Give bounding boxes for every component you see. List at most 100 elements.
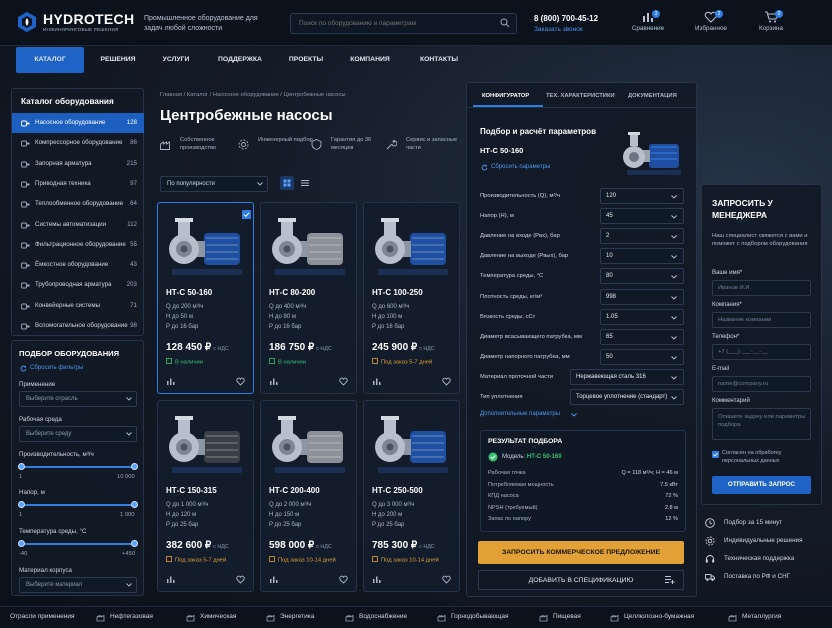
nav-contacts[interactable]: КОНТАКТЫ	[408, 47, 470, 73]
breadcrumb[interactable]: Главная / Каталог / Насосное оборудовани…	[160, 92, 346, 98]
compare-button[interactable]: 3 Сравнение	[618, 10, 678, 47]
material-select[interactable]: Выберите материал	[19, 577, 137, 593]
temp-slider-track[interactable]	[21, 543, 135, 545]
heart-icon[interactable]	[339, 377, 348, 386]
product-name[interactable]: НТ-С 200-400	[269, 486, 320, 495]
temp-slider-min[interactable]	[18, 540, 25, 547]
flow-slider-max[interactable]	[131, 463, 138, 470]
application-select[interactable]: Выберите отрасль	[19, 391, 137, 407]
head-slider-max[interactable]	[131, 501, 138, 508]
catalog-item[interactable]: Запорная арматура 215	[12, 154, 144, 174]
industry-link[interactable]: Водоснабжение	[359, 613, 407, 620]
search-icon[interactable]	[500, 18, 510, 28]
comment-textarea[interactable]: Опишите задачу или параметры подбора	[712, 408, 811, 440]
heart-icon[interactable]	[236, 377, 245, 386]
favorites-button[interactable]: 2 Избранное	[681, 10, 741, 47]
reset-params-link[interactable]: Сбросить параметры	[491, 164, 550, 170]
product-card[interactable]: НТ-С 80-200 Q до 400 м³/ч Н до 80 м P до 16…	[260, 202, 357, 394]
catalog-item[interactable]: Компрессорное оборудование 86	[12, 133, 144, 153]
list-view-button[interactable]	[298, 176, 312, 190]
industry-link[interactable]: Горнодобывающая	[451, 613, 509, 620]
heart-icon[interactable]	[236, 575, 245, 584]
more-params-link[interactable]: Дополнительные параметры	[480, 411, 560, 417]
param-value-select[interactable]: Нержавеющая сталь 316	[570, 368, 684, 385]
nav-company[interactable]: КОМПАНИЯ	[338, 47, 402, 73]
send-request-button[interactable]: ОТПРАВИТЬ ЗАПРОС	[712, 476, 811, 494]
logo-icon[interactable]	[16, 11, 38, 33]
company-input[interactable]: Название компании	[712, 312, 811, 328]
param-value-select[interactable]: 998	[600, 288, 684, 305]
product-card[interactable]: НТ-С 200-400 Q до 2 000 м³/ч Н до 150 м P д…	[260, 400, 357, 592]
head-slider-min[interactable]	[18, 501, 25, 508]
compare-icon[interactable]	[372, 575, 381, 584]
param-value-select[interactable]: 80	[600, 268, 684, 285]
catalog-item[interactable]: Насосное оборудование 128	[12, 113, 144, 134]
product-name[interactable]: НТ-С 150-315	[166, 486, 217, 495]
catalog-item[interactable]: Фильтрационное оборудование 55	[12, 235, 144, 255]
product-name[interactable]: НТ-С 80-200	[269, 288, 315, 297]
medium-select[interactable]: Выберите среду	[19, 426, 137, 442]
product-name[interactable]: НТ-С 50-160	[166, 288, 212, 297]
param-value-select[interactable]: 65	[600, 328, 684, 345]
param-value-select[interactable]: 45	[600, 208, 684, 225]
param-value-select[interactable]: 120	[600, 188, 684, 204]
industry-link[interactable]: Пищевая	[553, 613, 581, 620]
compare-icon[interactable]	[166, 377, 175, 386]
head-slider-track[interactable]	[21, 504, 135, 506]
nav-projects[interactable]: ПРОЕКТЫ	[278, 47, 334, 73]
compare-icon[interactable]	[166, 575, 175, 584]
cart-button[interactable]: 0 Корзина	[741, 10, 801, 47]
grid-view-button[interactable]	[280, 176, 294, 190]
callback-link[interactable]: Заказать звонок	[534, 26, 583, 33]
product-name[interactable]: НТ-С 250-500	[372, 486, 423, 495]
phone-number[interactable]: 8 (800) 700-45-12	[534, 14, 598, 23]
catalog-item[interactable]: Конвейерные системы 71	[12, 296, 144, 316]
product-name[interactable]: НТ-С 100-250	[372, 288, 423, 297]
sort-select[interactable]: По популярности	[160, 176, 268, 192]
selected-checkbox[interactable]	[242, 210, 251, 219]
param-value-select[interactable]: 50	[600, 348, 684, 365]
industry-link[interactable]: Целлюлозно-бумажная	[624, 613, 694, 620]
tab-docs[interactable]: ДОКУМЕНТАЦИЯ	[628, 93, 677, 99]
catalog-item[interactable]: Трубопроводная арматура 203	[12, 275, 144, 295]
heart-icon[interactable]	[442, 377, 451, 386]
email-input[interactable]: name@company.ru	[712, 376, 811, 392]
nav-support[interactable]: ПОДДЕРЖКА	[206, 47, 274, 73]
phone-input[interactable]: +7 (___) ___-__-__	[712, 344, 811, 360]
nav-solutions[interactable]: РЕШЕНИЯ	[88, 47, 148, 73]
flow-slider-track[interactable]	[21, 466, 135, 468]
tab-configurator[interactable]: КОНФИГУРАТОР	[482, 93, 529, 99]
compare-icon[interactable]	[269, 377, 278, 386]
compare-icon[interactable]	[372, 377, 381, 386]
param-value-select[interactable]: 10	[600, 248, 684, 265]
product-card[interactable]: НТ-С 50-160 Q до 200 м³/ч Н до 50 м P до 16…	[157, 202, 254, 394]
catalog-item[interactable]: Теплообменное оборудование 64	[12, 194, 144, 214]
request-offer-button[interactable]: ЗАПРОСИТЬ КОММЕРЧЕСКОЕ ПРЕДЛОЖЕНИЕ	[478, 541, 684, 564]
industry-link[interactable]: Нефтегазовая	[110, 613, 153, 620]
param-value-select[interactable]: Торцевое уплотнение (стандарт)	[570, 389, 684, 405]
industry-link[interactable]: Химическая	[200, 613, 236, 620]
heart-icon[interactable]	[339, 575, 348, 584]
product-card[interactable]: НТ-С 150-315 Q до 1 000 м³/ч Н до 120 м P д…	[157, 400, 254, 592]
consent-checkbox[interactable]	[712, 451, 719, 458]
catalog-item[interactable]: Ёмкостное оборудование 43	[12, 255, 144, 275]
catalog-item[interactable]: Вспомогательное оборудование 98	[12, 316, 144, 336]
name-input[interactable]: Иванов И.И.	[712, 280, 811, 296]
add-to-spec-button[interactable]: ДОБАВИТЬ В СПЕЦИФИКАЦИЮ	[478, 570, 684, 590]
param-value-select[interactable]: 1.05	[600, 308, 684, 325]
product-card[interactable]: НТ-С 100-250 Q до 600 м³/ч Н до 100 м P до …	[363, 202, 460, 394]
industry-link[interactable]: Энергетика	[280, 613, 314, 620]
industry-link[interactable]: Металлургия	[742, 613, 781, 620]
tab-specs[interactable]: ТЕХ. ХАРАКТЕРИСТИКИ	[546, 93, 615, 99]
temp-slider-max[interactable]	[131, 540, 138, 547]
reset-filters-link[interactable]: Сбросить фильтры	[30, 365, 83, 371]
param-value-select[interactable]: 2	[600, 228, 684, 245]
nav-services[interactable]: УСЛУГИ	[149, 47, 203, 73]
logo-name[interactable]: HYDROTECH	[43, 11, 134, 27]
catalog-item[interactable]: Приводная техника 97	[12, 174, 144, 194]
nav-catalog[interactable]: КАТАЛОГ	[16, 47, 84, 73]
product-card[interactable]: НТ-С 250-500 Q до 3 000 м³/ч Н до 200 м P д…	[363, 400, 460, 592]
flow-slider-min[interactable]	[18, 463, 25, 470]
catalog-item[interactable]: Системы автоматизации 112	[12, 215, 144, 235]
heart-icon[interactable]	[442, 575, 451, 584]
